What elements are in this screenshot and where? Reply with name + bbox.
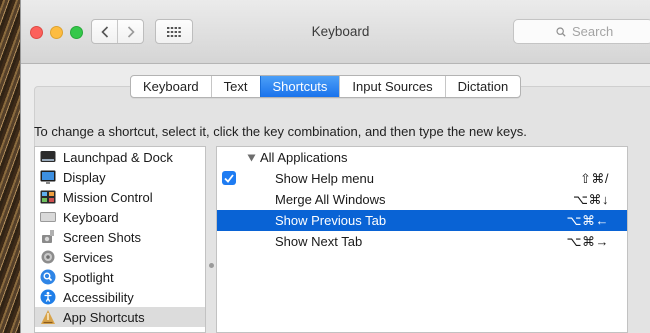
search-icon (556, 26, 566, 37)
services-gear-icon (40, 249, 56, 265)
shortcut-enabled-checkbox[interactable] (222, 171, 236, 185)
category-label: Keyboard (63, 209, 119, 225)
shortcut-label: Show Previous Tab (275, 213, 387, 228)
app-shortcuts-icon (40, 309, 56, 325)
category-label: App Shortcuts (63, 309, 145, 325)
category-screen-shots[interactable]: Screen Shots (35, 227, 205, 247)
shortcut-row-show-previous-tab[interactable]: Show Previous Tab ⌥⌘← (217, 210, 627, 231)
launchpad-icon (40, 149, 56, 165)
title-bar: Keyboard (21, 0, 650, 64)
category-app-shortcuts[interactable]: App Shortcuts (35, 307, 205, 327)
shortcut-label: Merge All Windows (275, 192, 386, 207)
shortcut-row-merge-all-windows[interactable]: Merge All Windows ⌥⌘↓ (217, 189, 627, 210)
category-label: Services (63, 249, 113, 265)
shortcut-row-show-next-tab[interactable]: Show Next Tab ⌥⌘→ (217, 231, 627, 252)
spotlight-icon (40, 269, 56, 285)
checkmark-icon (224, 173, 234, 183)
search-field[interactable] (513, 19, 650, 44)
shortcut-categories-list: Launchpad & Dock Display Mission Control… (34, 146, 206, 333)
accessibility-icon (40, 289, 56, 305)
category-spotlight[interactable]: Spotlight (35, 267, 205, 287)
category-label: Launchpad & Dock (63, 149, 173, 165)
mission-control-icon (40, 189, 56, 205)
group-all-applications[interactable]: All Applications (217, 147, 627, 168)
shortcut-row-show-help-menu[interactable]: Show Help menu ⇧⌘/ (217, 168, 627, 189)
shortcut-keys[interactable]: ⌥⌘← (567, 213, 609, 229)
split-view-divider-handle[interactable] (209, 263, 214, 268)
category-mission-control[interactable]: Mission Control (35, 187, 205, 207)
category-launchpad-dock[interactable]: Launchpad & Dock (35, 147, 205, 167)
category-keyboard[interactable]: Keyboard (35, 207, 205, 227)
screenshot-icon (40, 229, 56, 245)
disclosure-triangle-down-icon[interactable] (247, 154, 256, 162)
category-services[interactable]: Services (35, 247, 205, 267)
shortcut-label: Show Help menu (275, 171, 374, 186)
category-label: Display (63, 169, 106, 185)
category-label: Spotlight (63, 269, 114, 285)
shortcut-keys[interactable]: ⌥⌘↓ (573, 192, 609, 208)
category-label: Screen Shots (63, 229, 142, 245)
desktop-wallpaper (0, 0, 22, 333)
category-label: Accessibility (63, 289, 134, 305)
tab-input-sources[interactable]: Input Sources (339, 76, 444, 97)
tab-shortcuts[interactable]: Shortcuts (259, 76, 340, 97)
group-label: All Applications (260, 150, 348, 165)
tab-text[interactable]: Text (210, 76, 260, 97)
category-label: Mission Control (63, 189, 153, 205)
shortcut-keys[interactable]: ⇧⌘/ (580, 171, 609, 187)
instructions-text: To change a shortcut, select it, click t… (34, 124, 527, 139)
shortcuts-list: All Applications Show Help menu ⇧⌘/ Merg… (216, 146, 628, 333)
tab-bar: Keyboard Text Shortcuts Input Sources Di… (130, 75, 522, 98)
tab-keyboard[interactable]: Keyboard (131, 76, 211, 97)
category-accessibility[interactable]: Accessibility (35, 287, 205, 307)
category-display[interactable]: Display (35, 167, 205, 187)
search-input[interactable] (572, 24, 650, 39)
shortcut-keys[interactable]: ⌥⌘→ (567, 234, 609, 250)
tab-dictation[interactable]: Dictation (444, 76, 521, 97)
keyboard-icon (40, 209, 56, 225)
shortcut-label: Show Next Tab (275, 234, 363, 249)
display-icon (40, 169, 56, 185)
